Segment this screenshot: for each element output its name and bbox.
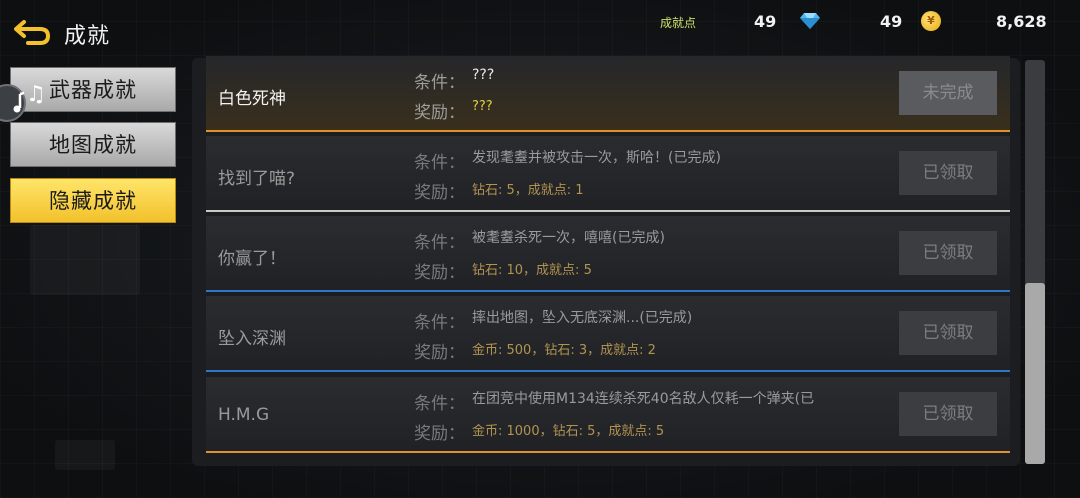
achievement-row: 找到了喵? 条件： 发现耄耋并被攻击一次，斯哈！(已完成) 奖励： 钻石: 5，…	[206, 136, 1010, 212]
tab-hidden-achievements[interactable]: 隐藏成就	[10, 178, 176, 223]
achievement-name: 白色死神	[218, 89, 286, 109]
scrollbar-thumb[interactable]	[1025, 283, 1045, 464]
page-title: 成就	[64, 24, 111, 49]
background-decoration	[55, 440, 115, 470]
back-arrow-icon	[14, 20, 51, 45]
claim-button[interactable]: 已领取	[899, 151, 997, 195]
diamond-icon	[800, 13, 820, 29]
reward-label: 奖励：	[414, 103, 465, 123]
achievement-name: H.M.G	[218, 405, 270, 425]
reward-label: 奖励：	[414, 263, 465, 283]
achievement-reward: 金币: 1000，钻石: 5，成就点: 5	[472, 424, 665, 439]
achievement-reward: 钻石: 10，成就点: 5	[472, 263, 592, 278]
condition-label: 条件：	[414, 73, 465, 93]
achievement-points-label: 成就点	[660, 16, 697, 30]
condition-label: 条件：	[414, 394, 465, 414]
achievement-row: 坠入深渊 条件： 摔出地图，坠入无底深渊...(已完成) 奖励： 金币: 500…	[206, 296, 1010, 372]
coin-count: 8,628	[996, 12, 1047, 31]
claim-button[interactable]: 已领取	[899, 392, 997, 436]
reward-label: 奖励：	[414, 424, 465, 444]
tab-map-achievements[interactable]: 地图成就	[10, 122, 176, 167]
reward-label: 奖励：	[414, 183, 465, 203]
music-note-icon: ♫	[26, 82, 46, 107]
condition-label: 条件：	[414, 233, 465, 253]
music-toggle[interactable]	[0, 84, 29, 122]
achievement-row: 白色死神 条件： ??? 奖励： ??? 未完成	[206, 56, 1010, 132]
claim-button[interactable]: 未完成	[899, 71, 997, 115]
claim-button[interactable]: 已领取	[899, 231, 997, 275]
background-decoration	[30, 225, 140, 295]
achievement-reward: ???	[472, 99, 493, 114]
condition-label: 条件：	[414, 313, 465, 333]
achievement-condition: 在团竞中使用M134连续杀死40名敌人仅耗一个弹夹(已	[472, 391, 815, 407]
achievement-condition: 被耄耋杀死一次，嘻嘻(已完成)	[472, 230, 665, 246]
achievement-name: 找到了喵?	[218, 169, 296, 189]
row-separator	[206, 290, 1010, 292]
achievement-condition: ???	[472, 67, 495, 83]
achievement-condition: 发现耄耋并被攻击一次，斯哈！(已完成)	[472, 150, 721, 166]
achievement-name: 你赢了！	[218, 249, 286, 269]
reward-label: 奖励：	[414, 343, 465, 363]
row-separator	[206, 130, 1010, 132]
gem-count: 49	[880, 12, 903, 31]
claim-button[interactable]: 已领取	[899, 311, 997, 355]
achievement-name: 坠入深渊	[218, 329, 286, 349]
achievement-reward: 钻石: 5，成就点: 1	[472, 183, 584, 198]
row-separator	[206, 210, 1010, 212]
achievement-reward: 金币: 500，钻石: 3，成就点: 2	[472, 343, 656, 358]
achievement-points-value: 49	[754, 12, 777, 31]
condition-label: 条件：	[414, 153, 465, 173]
coin-icon: ¥	[921, 11, 941, 31]
row-separator	[206, 370, 1010, 372]
achievement-row: H.M.G 条件： 在团竞中使用M134连续杀死40名敌人仅耗一个弹夹(已 奖励…	[206, 377, 1010, 453]
music-note-icon	[13, 90, 29, 113]
back-button[interactable]	[14, 18, 54, 46]
row-separator	[206, 451, 1010, 453]
achievement-condition: 摔出地图，坠入无底深渊...(已完成)	[472, 310, 693, 326]
achievement-row: 你赢了！ 条件： 被耄耋杀死一次，嘻嘻(已完成) 奖励： 钻石: 10，成就点:…	[206, 216, 1010, 292]
